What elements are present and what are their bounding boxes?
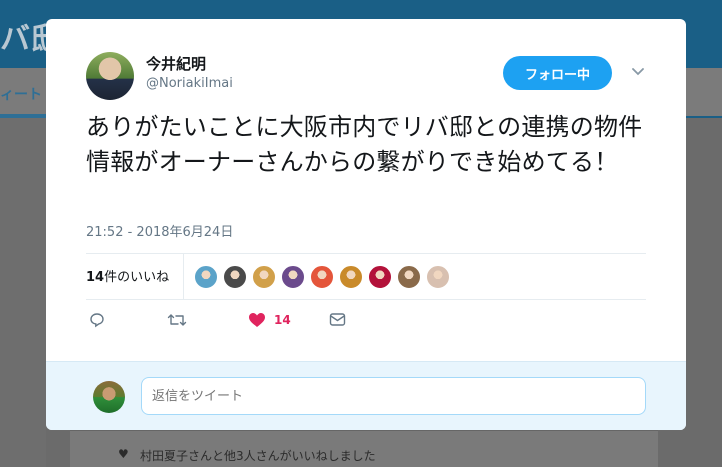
liker-avatar-6[interactable] [339, 265, 363, 289]
background-left-column [0, 118, 46, 467]
current-user-avatar [93, 381, 125, 413]
reply-composer [46, 361, 686, 430]
liker-avatar-3[interactable] [252, 265, 276, 289]
background-activity-text: 村田夏子さんと他3人さんがいいねしました [140, 449, 376, 463]
retweet-action[interactable] [167, 312, 187, 328]
following-button[interactable]: フォロー中 [503, 56, 612, 90]
liker-avatar-9[interactable] [426, 265, 450, 289]
liker-avatar-8[interactable] [397, 265, 421, 289]
direct-message-action[interactable] [329, 312, 346, 327]
heart-icon: ♥ [118, 447, 129, 461]
liker-avatar-1[interactable] [194, 265, 218, 289]
background-nav-tab: ィート [0, 87, 42, 103]
author-name[interactable]: 今井紀明 [146, 53, 206, 74]
tweet-timestamp[interactable]: 21:52 - 2018年6月24日 [86, 221, 233, 240]
reply-icon [90, 313, 104, 328]
chevron-down-icon[interactable] [630, 63, 646, 79]
liker-avatar-7[interactable] [368, 265, 392, 289]
liker-avatar-4[interactable] [281, 265, 305, 289]
reply-input[interactable] [141, 377, 646, 415]
divider [86, 299, 646, 300]
reply-action[interactable] [89, 312, 105, 328]
likes-separator [183, 253, 184, 299]
likes-summary[interactable]: 14件のいいね [86, 266, 169, 285]
liker-avatar-5[interactable] [310, 265, 334, 289]
divider [86, 253, 646, 254]
liker-avatar-2[interactable] [223, 265, 247, 289]
author-avatar[interactable] [86, 52, 134, 100]
author-handle[interactable]: @NoriakiImai [146, 76, 233, 91]
like-action[interactable]: 14 [248, 312, 291, 328]
like-count: 14 [274, 313, 291, 327]
direct-message-icon [329, 313, 346, 326]
heart-icon [249, 313, 265, 327]
tweet-modal: 今井紀明 @NoriakiImai フォロー中 ありがたいことに大阪市内でリバ邸… [46, 19, 686, 430]
tweet-text: ありがたいことに大阪市内でリバ邸との連携の物件情報がオーナーさんからの繋がりでき… [86, 113, 643, 176]
likes-suffix: 件のいいね [104, 270, 170, 285]
retweet-icon [167, 314, 187, 326]
likes-count: 14 [86, 270, 105, 285]
